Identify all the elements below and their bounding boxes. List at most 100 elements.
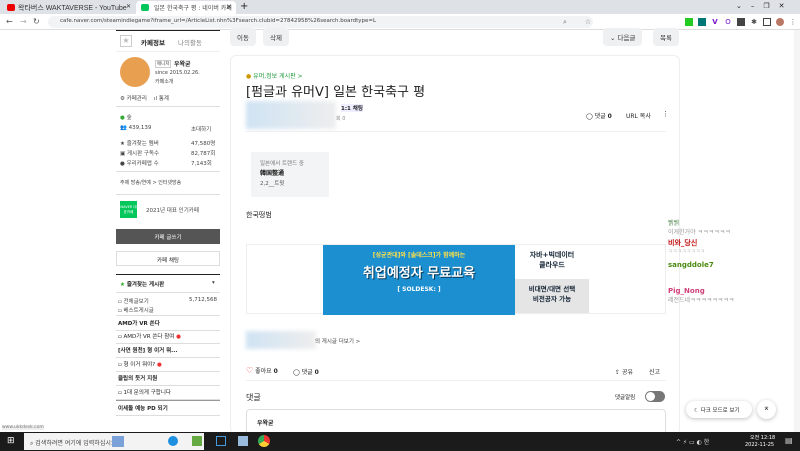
- heart-icon: ♡: [246, 366, 254, 375]
- stat-value: 82,787회: [191, 151, 216, 157]
- more-icon[interactable]: ⋮: [662, 110, 669, 118]
- comment-count-link[interactable]: ◯ 댓글 0: [586, 111, 612, 120]
- board-link[interactable]: ▫ 형 이거 뭐야? ●: [116, 357, 220, 372]
- cafe-logo: [120, 57, 150, 87]
- chat-badge[interactable]: 1:1 채팅: [341, 104, 363, 112]
- extension-v-icon[interactable]: V: [711, 18, 719, 26]
- dark-mode-button[interactable]: ☾ 다크 모드로 보기: [686, 401, 752, 418]
- close-icon[interactable]: ✕: [126, 3, 131, 10]
- tab-cafe-info[interactable]: 카페정보: [141, 37, 165, 47]
- puzzle-icon[interactable]: ✱: [750, 18, 758, 26]
- comment-alarm-toggle[interactable]: [645, 391, 665, 402]
- chevron-down-icon[interactable]: ▾: [212, 280, 215, 286]
- board-link[interactable]: ▫ 1대 문의게 구합니다: [116, 385, 220, 400]
- article-card: ● 유머,정보 게시판 > [펌글과 유머ᐯ] 일본 한국축구 평 1:1 채팅…: [230, 55, 680, 439]
- manager-name[interactable]: 우왁굳: [174, 59, 191, 68]
- board-group: [사연 원천] 형 이거 뭐...: [116, 343, 220, 358]
- stat-value: 47,580명: [191, 141, 216, 147]
- share-button[interactable]: ⇪ 공유: [615, 367, 633, 376]
- window-controls[interactable]: ⌄–❐✕: [736, 2, 794, 10]
- clock-date[interactable]: 2022-11-25: [745, 442, 774, 448]
- star-icon[interactable]: ☆: [584, 18, 592, 26]
- youtube-icon: [7, 4, 15, 11]
- star-icon[interactable]: ★: [120, 35, 132, 47]
- like-button[interactable]: ♡ 좋아요 0: [246, 366, 278, 375]
- tab-youtube[interactable]: 왁타버스 WAKTAVERSE - YouTube ✕: [2, 1, 134, 14]
- share-icon: ⇪: [615, 369, 621, 376]
- zoom-icon[interactable]: ⌕: [561, 18, 569, 26]
- chrome-icon[interactable]: [258, 435, 270, 447]
- naver-cafe-icon: [141, 4, 149, 11]
- tab-label: 일본 한국축구 평 : 네이버 카페: [154, 5, 232, 12]
- move-button[interactable]: 이동: [230, 28, 256, 46]
- member-count[interactable]: 👥 439,139: [120, 125, 151, 131]
- report-button[interactable]: 신고: [649, 367, 660, 376]
- all-posts-count: 5,712,568: [189, 297, 217, 303]
- board-link[interactable]: ▫ AMD가 VR 쏜다 참여 ●: [116, 329, 220, 344]
- new-tab-button[interactable]: +: [240, 1, 248, 12]
- stat-row: ▣ 게시판 구독수: [120, 151, 160, 157]
- extension-o-icon[interactable]: O: [724, 18, 732, 26]
- clock-time[interactable]: 오전 12:18: [750, 434, 775, 441]
- stat-row: ★ 즐겨찾는 멤버: [120, 141, 159, 147]
- url-input[interactable]: cafe.naver.com/steamindiegame?iframe_url…: [48, 16, 593, 28]
- list-button[interactable]: 목록: [653, 28, 679, 46]
- trend-card[interactable]: 일본에서 트렌드 중 韓国整通 2,2__트윗: [251, 152, 329, 197]
- forward-icon[interactable]: →: [20, 17, 27, 26]
- vscode-icon[interactable]: [216, 436, 226, 446]
- chat-username: 쀍쀍: [668, 220, 680, 227]
- chat-username: 비와_당신: [668, 239, 698, 247]
- extension-icon[interactable]: [737, 18, 745, 26]
- status-url: www.ukkdesk.com: [2, 425, 44, 430]
- windows-start-icon[interactable]: ⊞: [7, 436, 15, 446]
- reload-icon[interactable]: ↻: [33, 17, 40, 26]
- stats-link[interactable]: ıl 통계: [154, 94, 169, 102]
- notification-icon[interactable]: ▤: [785, 436, 793, 445]
- board-link[interactable]: ● 유머,정보 게시판 >: [246, 71, 303, 80]
- cafe-chat-button[interactable]: 카페 채팅: [116, 251, 220, 266]
- tab-my-activity[interactable]: 나의활동: [178, 37, 202, 47]
- fav-boards-toggle[interactable]: ★ 즐겨찾는 게시판: [120, 280, 164, 288]
- extension-icon[interactable]: [698, 18, 706, 26]
- close-icon[interactable]: ✕: [226, 3, 232, 11]
- chat-message: 레전드네ㅋㅋㅋㅋㅋㅋㅋㅋ: [668, 297, 735, 304]
- sidepanel-icon[interactable]: [763, 18, 771, 26]
- chat-username: sangddole7: [668, 261, 714, 269]
- delete-button[interactable]: 삭제: [263, 28, 289, 46]
- comment-button[interactable]: ◯ 댓글 0: [293, 367, 319, 376]
- cafe-manage-link[interactable]: ⚙ 카페관리: [120, 94, 147, 102]
- taskbar: ⊞ ⌕ 검색하려면 여기에 입력하십시오. ^ ⚡ ▭ ◐ 한 오전 12:18…: [0, 432, 800, 451]
- board-group: 클립의 듯거 지원: [116, 371, 220, 386]
- avatar[interactable]: [776, 18, 784, 26]
- tree-icon: ●: [120, 115, 125, 121]
- back-icon[interactable]: ←: [6, 17, 13, 26]
- menu-icon[interactable]: ⋮: [789, 18, 797, 26]
- view-count: 회 0: [336, 116, 346, 122]
- more-posts-link[interactable]: 의 게시글 더보기 >: [315, 337, 360, 345]
- write-post-button[interactable]: 카페 글쓰기: [116, 229, 220, 244]
- cafe-topic[interactable]: 주제 방송/연예 > 인터넷방송: [120, 179, 181, 186]
- tab-label: 왁타버스 WAKTAVERSE - YouTube: [18, 5, 127, 12]
- cafe-intro-link[interactable]: 카페소개: [155, 78, 173, 85]
- app-icon[interactable]: [238, 436, 248, 446]
- scrollbar[interactable]: [794, 30, 800, 432]
- search-highlight-icon: [112, 436, 124, 447]
- stat-value: 7,143회: [191, 161, 212, 167]
- invite-link[interactable]: 초대하기: [191, 125, 211, 133]
- url-copy-button[interactable]: URL 복사: [626, 111, 651, 120]
- ad-banner[interactable]: [성균관대]와 [솔데스크]가 함께하는 취업예정자 무료교육 [ SOLDES…: [246, 244, 666, 315]
- best-posts-link[interactable]: ▫ 베스트게시글: [118, 306, 154, 314]
- next-post-button[interactable]: ⌄ 다음글: [603, 28, 643, 46]
- tab-naver-cafe[interactable]: 일본 한국축구 평 : 네이버 카페 ✕: [136, 1, 236, 14]
- minecraft-icon[interactable]: [192, 436, 202, 446]
- extension-icon[interactable]: [685, 18, 693, 26]
- edge-icon[interactable]: [168, 436, 178, 446]
- tab-strip: 왁타버스 WAKTAVERSE - YouTube ✕ 일본 한국축구 평 : …: [0, 0, 800, 14]
- tray-icons[interactable]: ^ ⚡ ▭ ◐ 한: [676, 437, 709, 446]
- naver-badge: NAVER 대표카페: [120, 201, 137, 218]
- scroll-top-button[interactable]: ⌅: [757, 400, 776, 419]
- all-posts-link[interactable]: ▫ 전체글보기: [118, 297, 149, 305]
- comment-section-title: 댓글: [246, 393, 261, 402]
- board-group: 이세돌 예능 PD 되기: [116, 400, 220, 416]
- chat-message: [668, 269, 798, 281]
